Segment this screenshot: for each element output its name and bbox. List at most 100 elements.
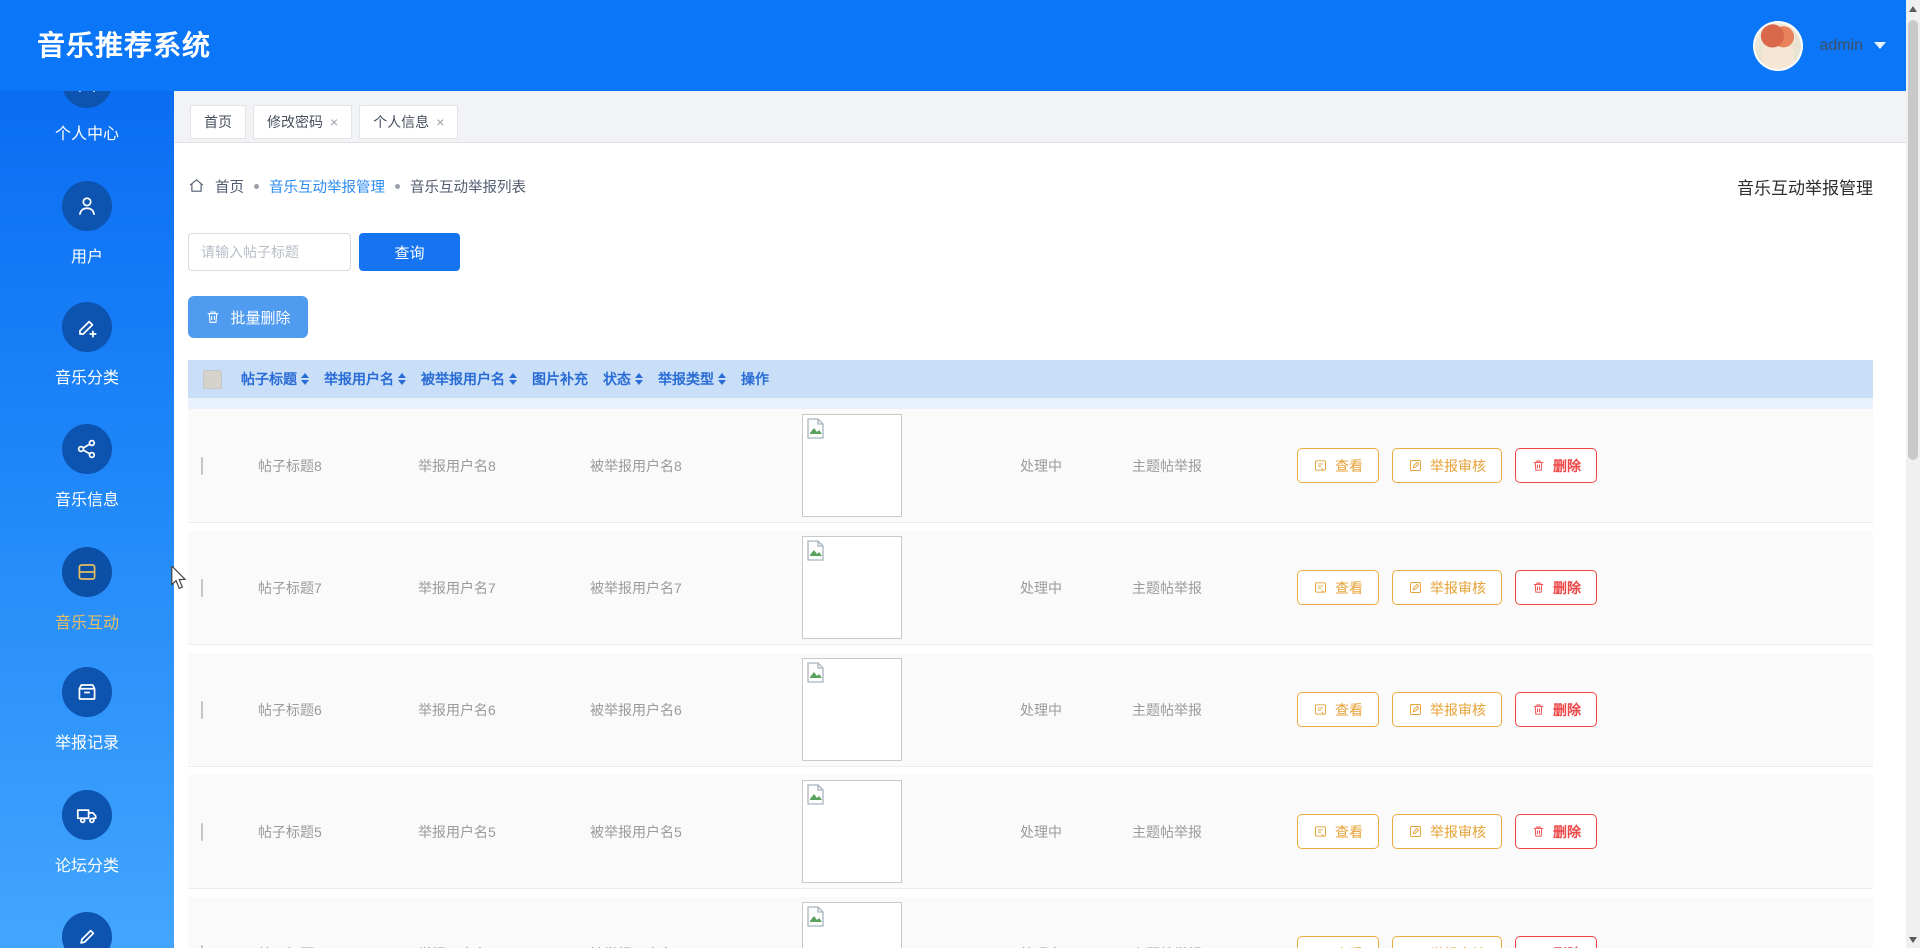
audit-button[interactable]: 举报审核 xyxy=(1392,448,1502,483)
delete-button[interactable]: 删除 xyxy=(1515,936,1597,948)
sidebar-item[interactable]: 音乐分类 xyxy=(0,302,174,388)
column-label: 帖子标题 xyxy=(241,369,297,389)
table-header-cell[interactable]: 举报用户名 xyxy=(309,369,406,389)
cell-reporter: 举报用户名4 xyxy=(403,944,575,948)
table-row: 帖子标题5 举报用户名5 被举报用户名5 xyxy=(188,775,1873,889)
cell-report-type: 主题帖举报 xyxy=(1117,822,1282,842)
table-header-cell[interactable]: 操作 xyxy=(726,369,769,389)
cell-status: 处理中 xyxy=(1005,700,1117,720)
tab-close-icon[interactable]: × xyxy=(330,115,338,129)
table-header-cell[interactable]: 状态 xyxy=(588,369,643,389)
scrollbar-up-arrow[interactable] xyxy=(1906,0,1920,17)
table-header-cell[interactable]: 图片补充 xyxy=(517,369,588,389)
document-icon xyxy=(1313,458,1328,473)
table-header-cell[interactable]: 被举报用户名 xyxy=(406,369,517,389)
sidebar-item[interactable]: 音乐信息 xyxy=(0,424,174,510)
delete-button[interactable]: 删除 xyxy=(1515,570,1597,605)
reports-table: 帖子标题 举报用户名 被举报用户名 xyxy=(188,360,1873,948)
row-checkbox[interactable] xyxy=(201,457,203,475)
sidebar-item[interactable]: 举报记录 xyxy=(0,667,174,753)
delete-button[interactable]: 删除 xyxy=(1515,814,1597,849)
view-button[interactable]: 查看 xyxy=(1297,692,1379,727)
broken-image-icon xyxy=(806,784,826,806)
delete-button[interactable]: 删除 xyxy=(1515,448,1597,483)
cell-status: 处理中 xyxy=(1005,822,1117,842)
breadcrumb-section-link[interactable]: 音乐互动举报管理 xyxy=(269,176,385,197)
sort-icon[interactable] xyxy=(301,373,309,385)
select-all-checkbox[interactable] xyxy=(203,370,222,389)
user-center-icon xyxy=(62,91,112,108)
table-row: 帖子标题6 举报用户名6 被举报用户名6 xyxy=(188,653,1873,767)
breadcrumb-row: 首页 音乐互动举报管理 音乐互动举报列表 音乐互动举报管理 xyxy=(188,175,1873,197)
edit-square-icon xyxy=(1408,580,1423,595)
view-button[interactable]: 查看 xyxy=(1297,936,1379,948)
batch-delete-button[interactable]: 批量删除 xyxy=(188,296,308,338)
column-label: 操作 xyxy=(741,369,769,389)
sort-icon[interactable] xyxy=(635,373,643,385)
breadcrumb-separator xyxy=(395,184,400,189)
sidebar-item[interactable]: 个人中心 xyxy=(0,91,174,144)
search-input[interactable] xyxy=(188,233,351,271)
cell-post-title: 帖子标题5 xyxy=(243,822,403,842)
username-label[interactable]: admin xyxy=(1819,37,1863,55)
row-checkbox[interactable] xyxy=(201,823,203,841)
cell-reporter: 举报用户名6 xyxy=(403,700,575,720)
breadcrumb-home[interactable]: 首页 xyxy=(215,176,244,197)
sidebar-item[interactable]: 用户 xyxy=(0,181,174,267)
audit-button[interactable]: 举报审核 xyxy=(1392,814,1502,849)
cell-reporter: 举报用户名5 xyxy=(403,822,575,842)
row-checkbox[interactable] xyxy=(201,945,203,948)
document-icon xyxy=(1313,702,1328,717)
app-title: 音乐推荐系统 xyxy=(37,24,211,64)
sort-icon[interactable] xyxy=(398,373,406,385)
cell-reported-user: 被举报用户名7 xyxy=(575,578,787,598)
home-icon[interactable] xyxy=(188,177,205,195)
table-header-cell[interactable]: 举报类型 xyxy=(643,369,726,389)
row-checkbox[interactable] xyxy=(201,579,203,597)
table-header-strip xyxy=(188,398,1873,409)
scrollbar-thumb[interactable] xyxy=(1908,20,1918,460)
cell-post-title: 帖子标题6 xyxy=(243,700,403,720)
document-icon xyxy=(1313,824,1328,839)
cell-image xyxy=(787,780,1005,883)
chevron-down-icon[interactable] xyxy=(1874,42,1886,49)
sidebar-item[interactable]: 论坛分类 xyxy=(0,790,174,876)
audit-button[interactable]: 举报审核 xyxy=(1392,692,1502,727)
table-header-cell[interactable]: 帖子标题 xyxy=(226,369,309,389)
audit-button[interactable]: 举报审核 xyxy=(1392,936,1502,948)
vertical-scrollbar[interactable] xyxy=(1906,0,1920,948)
calendar-icon xyxy=(62,547,112,597)
sidebar-item[interactable]: 音乐互动 xyxy=(0,547,174,633)
tab[interactable]: 修改密码 × xyxy=(253,105,352,139)
tab-close-icon[interactable]: × xyxy=(436,115,444,129)
view-button[interactable]: 查看 xyxy=(1297,448,1379,483)
cell-post-title: 帖子标题4 xyxy=(243,944,403,948)
sort-icon[interactable] xyxy=(718,373,726,385)
trash-icon xyxy=(1531,824,1546,839)
audit-button[interactable]: 举报审核 xyxy=(1392,570,1502,605)
trash-icon xyxy=(1531,580,1546,595)
scrollbar-down-arrow[interactable] xyxy=(1906,931,1920,948)
avatar[interactable] xyxy=(1753,21,1803,71)
cell-reported-user: 被举报用户名4 xyxy=(575,944,787,948)
column-label: 图片补充 xyxy=(532,369,588,389)
cell-post-title: 帖子标题7 xyxy=(243,578,403,598)
sort-icon[interactable] xyxy=(509,373,517,385)
view-button[interactable]: 查看 xyxy=(1297,570,1379,605)
table-header-cell[interactable] xyxy=(188,370,226,389)
cell-reported-user: 被举报用户名8 xyxy=(575,456,787,476)
tab-bar: 首页 修改密码 × 个人信息 × xyxy=(174,91,1920,143)
cell-reporter: 举报用户名8 xyxy=(403,456,575,476)
image-placeholder xyxy=(802,658,902,761)
row-actions: 查看 举报审核 删除 xyxy=(1297,936,1873,948)
share-icon xyxy=(62,424,112,474)
sidebar-item[interactable] xyxy=(0,912,174,948)
user-menu[interactable]: admin xyxy=(1753,0,1886,91)
view-button[interactable]: 查看 xyxy=(1297,814,1379,849)
tab[interactable]: 个人信息 × xyxy=(359,105,458,139)
table-row: 帖子标题7 举报用户名7 被举报用户名7 xyxy=(188,531,1873,645)
query-button[interactable]: 查询 xyxy=(359,233,460,271)
delete-button[interactable]: 删除 xyxy=(1515,692,1597,727)
tab[interactable]: 首页 xyxy=(190,105,246,139)
row-checkbox[interactable] xyxy=(201,701,203,719)
